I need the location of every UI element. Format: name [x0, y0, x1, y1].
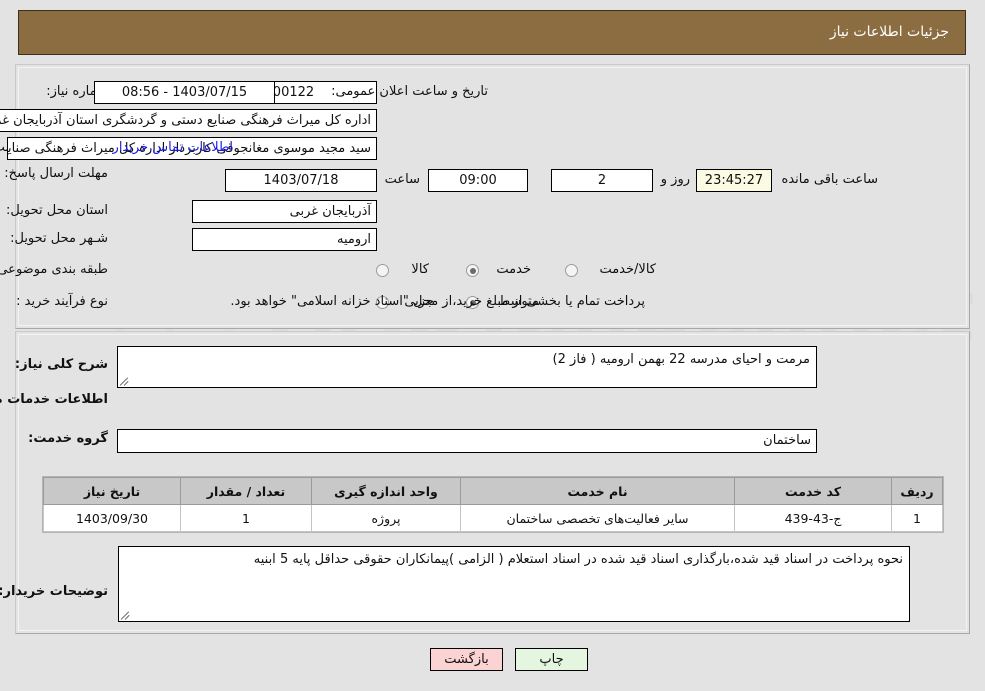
td-quantity: 1	[180, 504, 312, 532]
resize-grip-icon	[119, 376, 130, 386]
province-label: استان محل تحویل:	[6, 203, 108, 218]
td-code: ج-43-439	[734, 504, 892, 532]
th-name: نام خدمت	[460, 477, 735, 505]
service-group-value: ساختمان	[117, 429, 817, 453]
announce-datetime-label: تاریخ و ساعت اعلان عمومی:	[331, 84, 488, 99]
deadline-hour-label: ساعت	[384, 172, 420, 187]
th-need-date: تاریخ نیاز	[43, 477, 181, 505]
category-label-khedmat: خدمت	[496, 262, 531, 277]
table-row: 1 ج-43-439 سایر فعالیت‌های تخصصی ساختمان…	[43, 504, 943, 532]
remaining-time-label: ساعت باقی مانده	[781, 172, 878, 187]
services-section-title: اطلاعات خدمات مورد نیاز	[0, 392, 108, 407]
deadline-label-text: مهلت ارسال پاسخ: تا تاریخ:	[0, 166, 108, 181]
table-header-row: ردیف کد خدمت نام خدمت واحد اندازه گیری ت…	[43, 477, 943, 505]
print-button[interactable]: چاپ	[515, 648, 588, 671]
city-label: شـهر محل تحویل:	[10, 231, 108, 246]
category-label: طبقه بندی موضوعی:	[0, 262, 108, 277]
th-unit: واحد اندازه گیری	[311, 477, 461, 505]
deadline-date-value: 1403/07/18	[225, 169, 377, 192]
treasury-note: پرداخت تمام یا بخشی از مبلغ خرید،از محل …	[230, 294, 645, 309]
city-value: ارومیه	[192, 228, 377, 251]
buyer-notes-text: نحوه پرداخت در اسناد قید شده،بارگذاری اس…	[253, 552, 903, 567]
category-radio-khedmat[interactable]	[466, 264, 479, 277]
page-header-bar: جزئیات اطلاعات نیاز	[18, 10, 966, 55]
general-description-value[interactable]: مرمت و احیای مدرسه 22 بهمن ارومیه ( فاز …	[117, 346, 817, 388]
td-row: 1	[891, 504, 943, 532]
process-label: نوع فرآیند خرید :	[16, 294, 108, 309]
category-radio-kala[interactable]	[376, 264, 389, 277]
td-unit: پروژه	[311, 504, 461, 532]
th-row: ردیف	[891, 477, 943, 505]
province-value: آذربایجان غربی	[192, 200, 377, 223]
remaining-time-value: 23:45:27	[696, 169, 772, 192]
category-label-kala: کالا	[411, 262, 429, 277]
resize-grip-icon	[120, 610, 131, 620]
general-description-label: شرح کلی نیاز:	[14, 357, 108, 372]
service-group-label: گروه خدمت:	[28, 431, 108, 446]
remaining-days-value: 2	[551, 169, 653, 192]
buyer-org-value: اداره کل میراث فرهنگی صنایع دستی و گردشگ…	[0, 109, 377, 132]
deadline-hour-value: 09:00	[428, 169, 528, 192]
announce-datetime-value: 1403/07/15 - 08:56	[94, 81, 275, 104]
td-name: سایر فعالیت‌های تخصصی ساختمان	[460, 504, 735, 532]
buyer-notes-label: توضیحات خریدار:	[0, 584, 108, 599]
th-quantity: تعداد / مقدار	[180, 477, 312, 505]
remaining-days-label: روز و	[660, 172, 690, 187]
td-need-date: 1403/09/30	[43, 504, 181, 532]
category-radio-kala-khedmat[interactable]	[565, 264, 578, 277]
th-code: کد خدمت	[734, 477, 892, 505]
page-title: جزئیات اطلاعات نیاز	[829, 24, 949, 40]
general-description-text: مرمت و احیای مدرسه 22 بهمن ارومیه ( فاز …	[552, 352, 810, 367]
back-button[interactable]: بازگشت	[430, 648, 503, 671]
buyer-contact-link[interactable]: اطلاعات تماس خریدار	[113, 140, 233, 155]
deadline-label: مهلت ارسال پاسخ: تا تاریخ:	[0, 166, 108, 182]
category-label-kala-khedmat: کالا/خدمت	[599, 262, 656, 277]
buyer-notes-value[interactable]: نحوه پرداخت در اسناد قید شده،بارگذاری اس…	[118, 546, 910, 622]
services-table: ردیف کد خدمت نام خدمت واحد اندازه گیری ت…	[43, 477, 943, 532]
